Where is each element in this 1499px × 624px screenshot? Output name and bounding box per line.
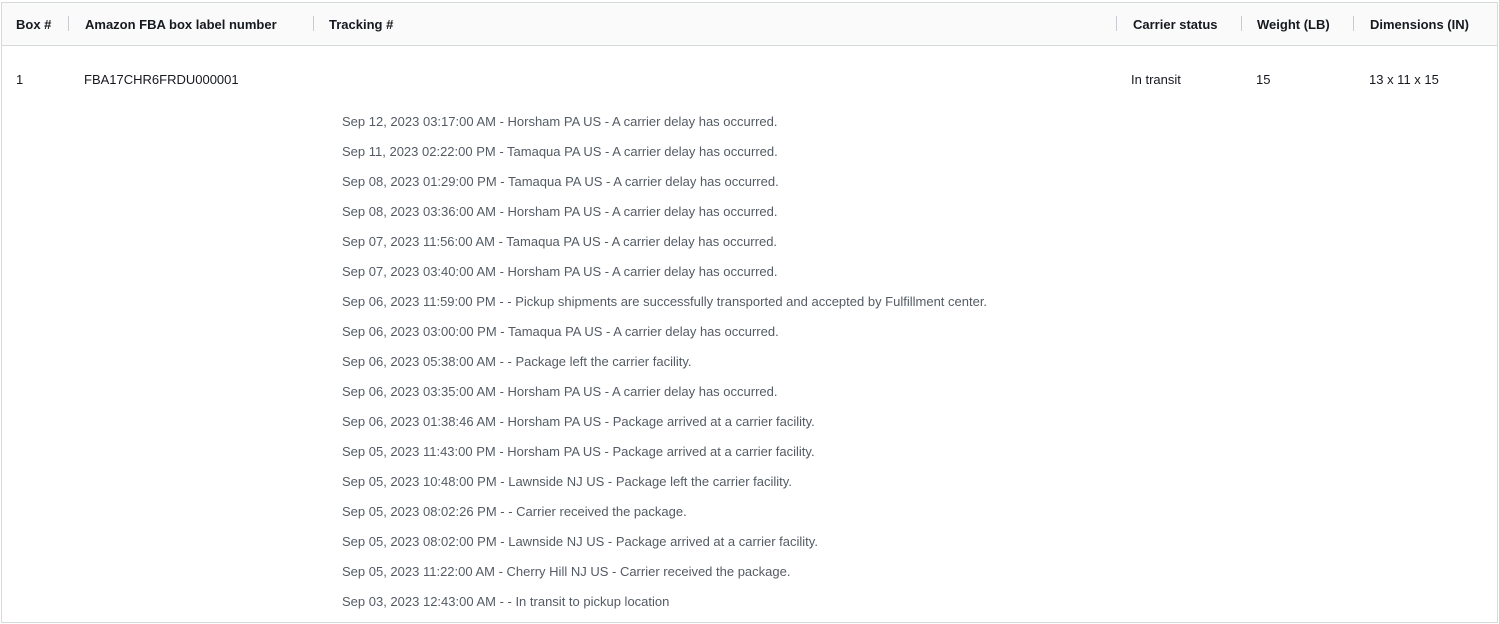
tracking-event: Sep 11, 2023 02:22:00 PM - Tamaqua PA US… <box>342 144 778 159</box>
tracking-event: Sep 05, 2023 08:02:26 PM - - Carrier rec… <box>342 504 687 519</box>
box-tracking-table: Box # Amazon FBA box label number Tracki… <box>1 2 1498 623</box>
tracking-event: Sep 05, 2023 11:22:00 AM - Cherry Hill N… <box>342 564 791 579</box>
label-number-cell: FBA17CHR6FRDU000001 <box>84 72 239 87</box>
column-header-tracking: Tracking # <box>329 17 394 32</box>
column-divider[interactable] <box>1353 16 1354 31</box>
column-header-weight: Weight (LB) <box>1257 17 1330 32</box>
tracking-event: Sep 07, 2023 03:40:00 AM - Horsham PA US… <box>342 264 778 279</box>
tracking-event: Sep 06, 2023 05:38:00 AM - - Package lef… <box>342 354 692 369</box>
tracking-event: Sep 12, 2023 03:17:00 AM - Horsham PA US… <box>342 114 778 129</box>
tracking-event: Sep 06, 2023 03:00:00 PM - Tamaqua PA US… <box>342 324 779 339</box>
tracking-event: Sep 08, 2023 03:36:00 AM - Horsham PA US… <box>342 204 778 219</box>
carrier-status-cell: In transit <box>1131 72 1181 87</box>
tracking-event: Sep 06, 2023 03:35:00 AM - Horsham PA US… <box>342 384 778 399</box>
dimensions-cell: 13 x 11 x 15 <box>1369 72 1439 87</box>
column-divider[interactable] <box>1116 16 1117 31</box>
tracking-event: Sep 06, 2023 01:38:46 AM - Horsham PA US… <box>342 414 815 429</box>
column-header-label-number: Amazon FBA box label number <box>85 17 277 32</box>
tracking-event: Sep 05, 2023 11:43:00 PM - Horsham PA US… <box>342 444 815 459</box>
column-divider[interactable] <box>1241 16 1242 31</box>
column-header-box: Box # <box>16 17 52 32</box>
tracking-event: Sep 07, 2023 11:56:00 AM - Tamaqua PA US… <box>342 234 778 249</box>
table-header: Box # Amazon FBA box label number Tracki… <box>2 3 1497 46</box>
column-header-carrier-status: Carrier status <box>1133 17 1218 32</box>
box-number-cell: 1 <box>16 72 24 87</box>
tracking-event: Sep 06, 2023 11:59:00 PM - - Pickup ship… <box>342 294 988 309</box>
column-divider[interactable] <box>313 16 314 31</box>
tracking-event: Sep 03, 2023 12:43:00 AM - - In transit … <box>342 594 670 609</box>
tracking-events-list: Sep 12, 2023 03:17:00 AM - Horsham PA US… <box>342 113 987 623</box>
column-header-dimensions: Dimensions (IN) <box>1370 17 1469 32</box>
column-divider[interactable] <box>68 16 69 31</box>
tracking-event: Sep 08, 2023 01:29:00 PM - Tamaqua PA US… <box>342 174 779 189</box>
weight-cell: 15 <box>1256 72 1271 87</box>
tracking-event: Sep 05, 2023 08:02:00 PM - Lawnside NJ U… <box>342 534 818 549</box>
tracking-event: Sep 05, 2023 10:48:00 PM - Lawnside NJ U… <box>342 474 792 489</box>
